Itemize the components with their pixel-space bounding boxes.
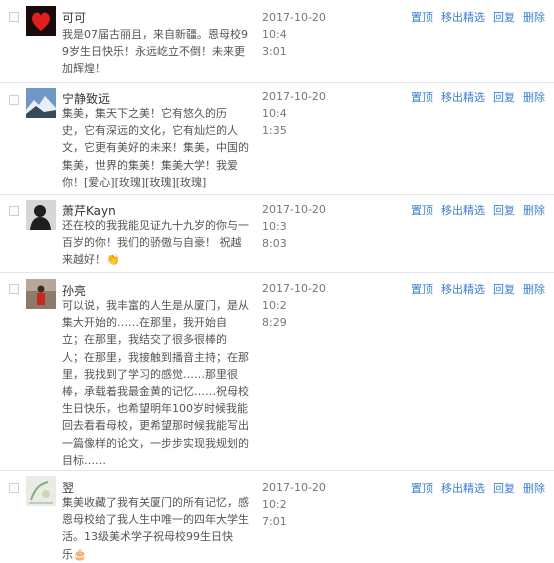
comment-row: 孙亮 可以说，我丰富的人生是从厦门，是从 集大开始的……在那里，我开始自 立；在… [0,273,554,471]
row-actions: 置顶 移出精选 回复 删除 [411,480,545,496]
row-checkbox[interactable] [9,95,19,105]
author-name: 可可 [62,11,87,25]
comment-time: 2017-10-20 10:2 8:29 [262,282,326,330]
comment-text: 集美，集天下之美！它有悠久的历 史，它有深远的文化，它有灿烂的人 文，它更有美好… [62,107,249,189]
row-actions: 置顶 移出精选 回复 删除 [411,281,545,297]
remove-featured-button[interactable]: 移出精选 [441,202,485,218]
reply-button[interactable]: 回复 [493,202,515,218]
delete-button[interactable]: 删除 [523,9,545,25]
comment-time: 2017-10-20 10:4 3:01 [262,11,326,59]
pin-button[interactable]: 置顶 [411,202,433,218]
avatar [26,279,56,309]
comment-time: 2017-10-20 10:4 1:35 [262,90,326,138]
delete-button[interactable]: 删除 [523,202,545,218]
row-actions: 置顶 移出精选 回复 删除 [411,202,545,218]
pin-button[interactable]: 置顶 [411,281,433,297]
row-actions: 置顶 移出精选 回复 删除 [411,9,545,25]
comment-row: 萧芹Kayn 还在校的我我能见证九十九岁的你与一 百岁的你！我们的骄傲与自豪！ … [0,195,554,273]
delete-button[interactable]: 删除 [523,480,545,496]
remove-featured-button[interactable]: 移出精选 [441,480,485,496]
delete-button[interactable]: 删除 [523,281,545,297]
comment-text: 集美收藏了我有关厦门的所有记忆，感 恩母校给了我人生中唯一的四年大学生 活。13… [62,496,249,561]
pin-button[interactable]: 置顶 [411,89,433,105]
comment-time: 2017-10-20 10:2 7:01 [262,481,326,529]
reply-button[interactable]: 回复 [493,89,515,105]
row-checkbox[interactable] [9,12,19,22]
row-checkbox[interactable] [9,206,19,216]
comment-row: 翌 集美收藏了我有关厦门的所有记忆，感 恩母校给了我人生中唯一的四年大学生 活。… [0,471,554,561]
comment-text: 还在校的我我能见证九十九岁的你与一 百岁的你！我们的骄傲与自豪！ 祝越 来越好！… [62,219,249,267]
comment-text: 我是07届古丽且，来自新疆。恩母校9 9岁生日快乐！永远屹立不倒！未来更 加辉煌… [62,28,248,76]
comment-list: 可可 我是07届古丽且，来自新疆。恩母校9 9岁生日快乐！永远屹立不倒！未来更 … [0,0,554,561]
row-checkbox[interactable] [9,483,19,493]
comment-row: 宁静致远 集美，集天下之美！它有悠久的历 史，它有深远的文化，它有灿烂的人 文，… [0,83,554,195]
row-actions: 置顶 移出精选 回复 删除 [411,89,545,105]
remove-featured-button[interactable]: 移出精选 [441,9,485,25]
reply-button[interactable]: 回复 [493,281,515,297]
remove-featured-button[interactable]: 移出精选 [441,281,485,297]
comment-time: 2017-10-20 10:3 8:03 [262,203,326,251]
avatar [26,476,56,506]
reply-button[interactable]: 回复 [493,480,515,496]
pin-button[interactable]: 置顶 [411,480,433,496]
delete-button[interactable]: 删除 [523,89,545,105]
avatar [26,6,56,36]
comment-text: 可以说，我丰富的人生是从厦门，是从 集大开始的……在那里，我开始自 立；在那里，… [62,299,249,467]
avatar [26,88,56,118]
pin-button[interactable]: 置顶 [411,9,433,25]
avatar [26,200,56,230]
row-checkbox[interactable] [9,284,19,294]
comment-row: 可可 我是07届古丽且，来自新疆。恩母校9 9岁生日快乐！永远屹立不倒！未来更 … [0,0,554,83]
remove-featured-button[interactable]: 移出精选 [441,89,485,105]
reply-button[interactable]: 回复 [493,9,515,25]
